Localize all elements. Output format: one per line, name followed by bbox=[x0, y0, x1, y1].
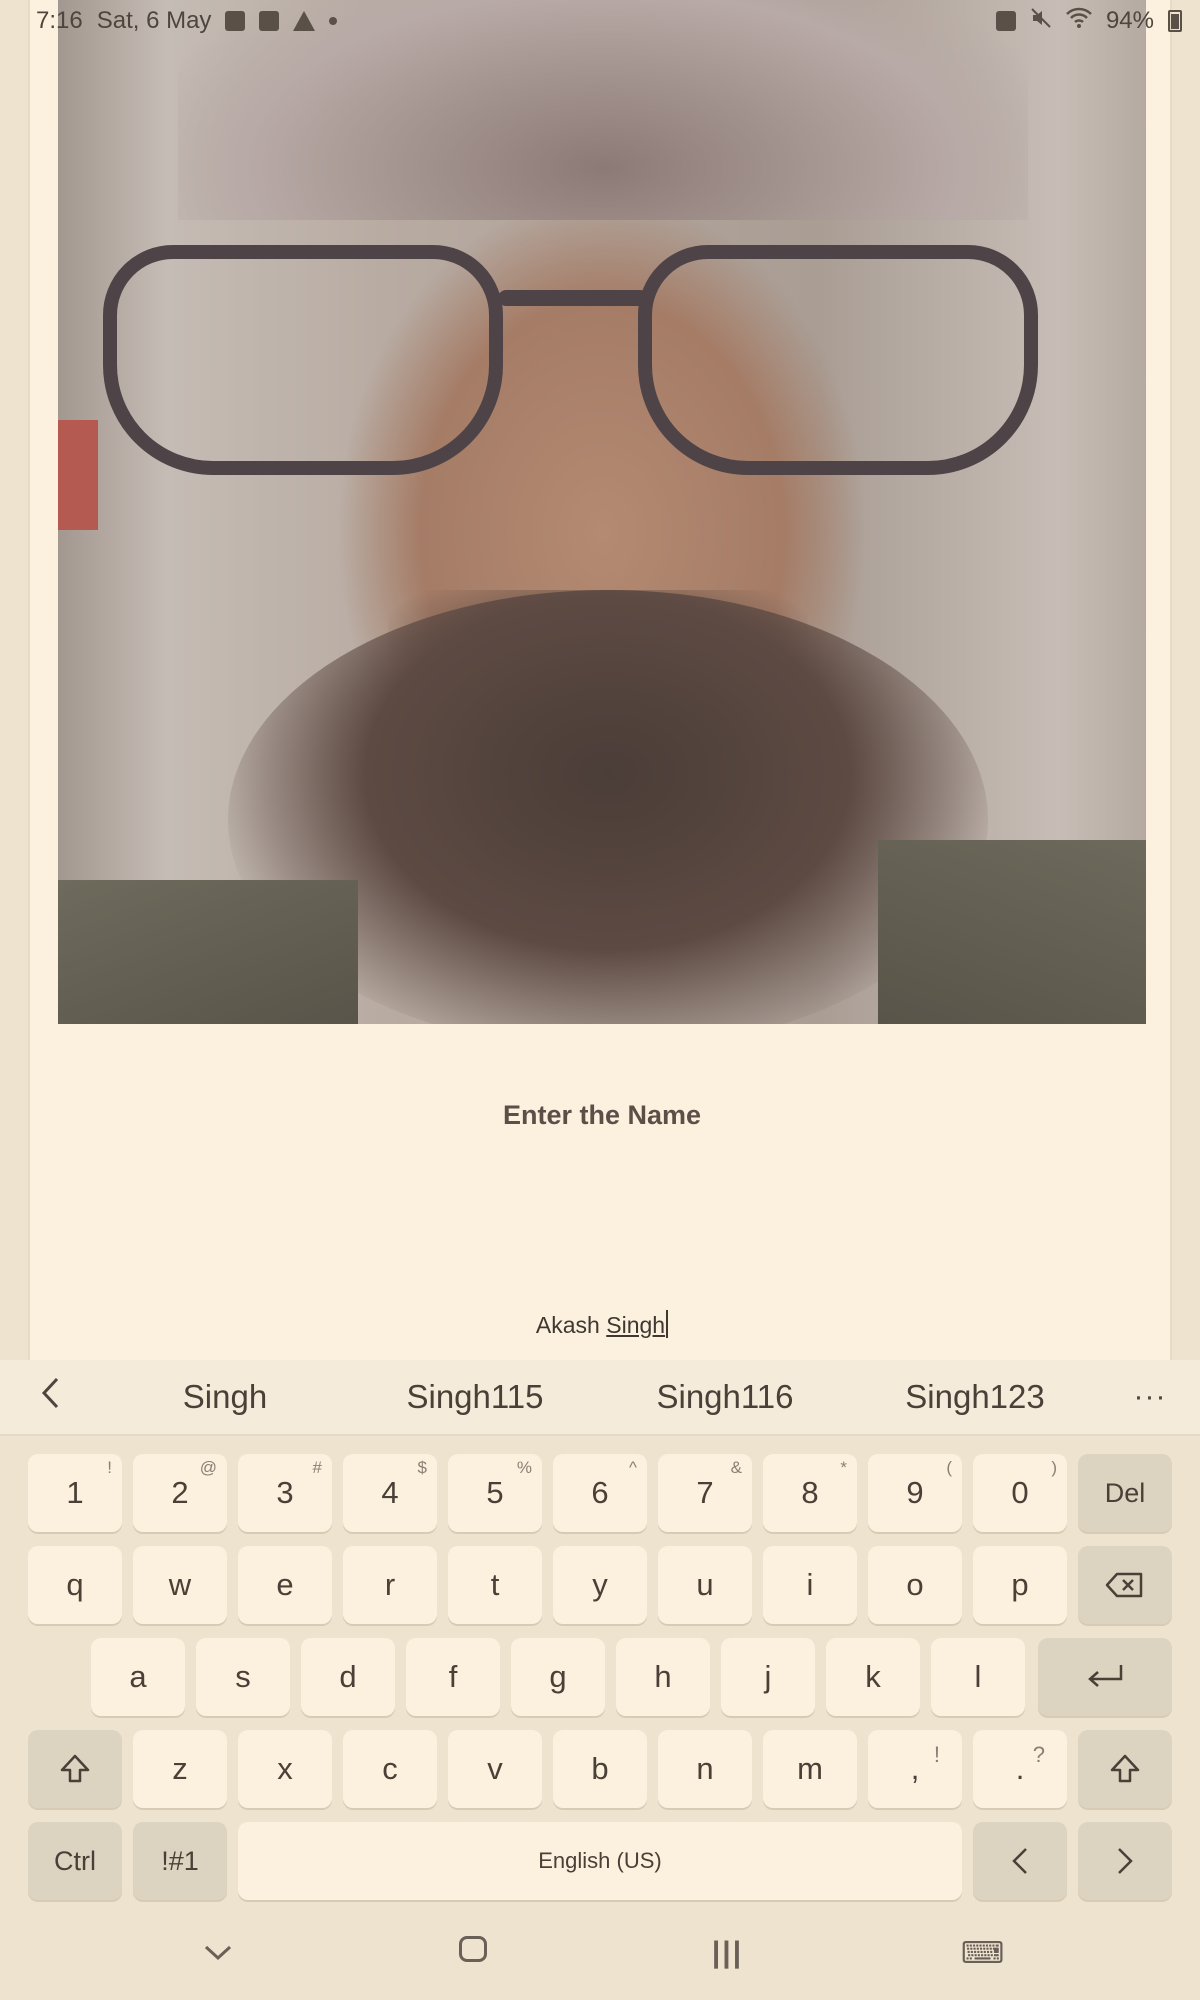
battery-icon bbox=[1168, 10, 1182, 32]
key-2[interactable]: 2 @ bbox=[133, 1454, 227, 1532]
wifi-icon bbox=[1066, 7, 1092, 36]
more-options-button[interactable]: ··· bbox=[1100, 1380, 1200, 1414]
warning-icon bbox=[293, 11, 316, 31]
key-7[interactable]: 7 & bbox=[658, 1454, 752, 1532]
nav-home-button[interactable] bbox=[433, 1936, 513, 1970]
suggestion-item[interactable]: Singh bbox=[100, 1378, 350, 1416]
key-0[interactable]: 0) bbox=[973, 1454, 1067, 1532]
key-4[interactable]: 4 $ bbox=[343, 1454, 437, 1532]
chevron-left-icon bbox=[41, 1377, 59, 1408]
nav-recents-button[interactable]: ||| bbox=[688, 1936, 768, 1970]
backspace-icon bbox=[1105, 1572, 1143, 1598]
status-time: 7:16 bbox=[36, 7, 83, 34]
enter-name-label: Enter the Name bbox=[502, 1100, 702, 1130]
more-notifications-dot-icon bbox=[329, 17, 338, 25]
chevron-down-icon bbox=[204, 1945, 231, 1961]
key-z[interactable]: z bbox=[133, 1730, 227, 1808]
key-h[interactable]: h bbox=[616, 1638, 710, 1716]
key-9[interactable]: 9( bbox=[868, 1454, 962, 1532]
key-c[interactable]: c bbox=[343, 1730, 437, 1808]
shift-icon bbox=[1110, 1754, 1140, 1783]
cursor-right-key[interactable] bbox=[1078, 1822, 1172, 1900]
key-s[interactable]: s bbox=[196, 1638, 290, 1716]
key-8[interactable]: 8 * bbox=[763, 1454, 857, 1532]
system-navigation-bar: ||| ⌨ bbox=[0, 1906, 1200, 2000]
key-b[interactable]: b bbox=[553, 1730, 647, 1808]
suggestion-strip: Singh Singh115 Singh116 Singh123 ··· bbox=[0, 1360, 1200, 1436]
key-n[interactable]: n bbox=[658, 1730, 752, 1808]
status-right: 94% bbox=[995, 7, 1182, 36]
name-input[interactable]: Akash Singh bbox=[30, 1310, 1174, 1339]
cursor-left-key[interactable] bbox=[973, 1822, 1067, 1900]
key-a[interactable]: a bbox=[91, 1638, 185, 1716]
status-bar: 7:16 Sat, 6 May 94% bbox=[0, 0, 1200, 42]
key-6[interactable]: 6 ^ bbox=[553, 1454, 647, 1532]
chevron-right-icon bbox=[1118, 1848, 1133, 1874]
nav-back-button[interactable] bbox=[178, 1936, 258, 1970]
keyboard-icon: ⌨ bbox=[960, 1936, 1005, 1970]
key-t[interactable]: t bbox=[448, 1546, 542, 1624]
key-3[interactable]: 3 # bbox=[238, 1454, 332, 1532]
status-left: 7:16 Sat, 6 May bbox=[36, 7, 338, 35]
home-icon bbox=[458, 1936, 487, 1962]
suggestion-back-button[interactable] bbox=[0, 1376, 100, 1419]
key-d[interactable]: d bbox=[301, 1638, 395, 1716]
suggestion-item[interactable]: Singh116 bbox=[600, 1378, 850, 1416]
battery-saver-icon bbox=[995, 11, 1016, 31]
shift-left-key[interactable] bbox=[28, 1730, 122, 1808]
enter-icon bbox=[1088, 1665, 1123, 1687]
key-period[interactable]: .? bbox=[973, 1730, 1067, 1808]
key-k[interactable]: k bbox=[826, 1638, 920, 1716]
keyboard-row-numbers: 1! 2 @ 3 # 4 $ 5% 6 ^ 7 & 8 * 9( 0) Del bbox=[0, 1454, 1200, 1532]
face-photo bbox=[58, 0, 1146, 1024]
shift-icon bbox=[60, 1754, 90, 1783]
suggestion-item[interactable]: Singh123 bbox=[850, 1378, 1100, 1416]
mute-icon bbox=[1030, 7, 1052, 36]
symbols-key[interactable]: !#1 bbox=[133, 1822, 227, 1900]
key-r[interactable]: r bbox=[343, 1546, 437, 1624]
space-key[interactable]: English (US) bbox=[238, 1822, 962, 1900]
enter-key[interactable] bbox=[1038, 1638, 1172, 1716]
key-e[interactable]: e bbox=[238, 1546, 332, 1624]
on-screen-keyboard: 1! 2 @ 3 # 4 $ 5% 6 ^ 7 & 8 * 9( 0) Del q w e … bbox=[0, 1436, 1200, 1906]
notification-app-icon bbox=[225, 11, 246, 31]
key-1[interactable]: 1! bbox=[28, 1454, 122, 1532]
keyboard-row-q: q w e r t y u i o p bbox=[0, 1546, 1200, 1624]
key-p[interactable]: p bbox=[973, 1546, 1067, 1624]
shift-right-key[interactable] bbox=[1078, 1730, 1172, 1808]
name-input-composing-word: Singh bbox=[606, 1312, 666, 1338]
status-date: Sat, 6 May bbox=[96, 7, 212, 34]
key-f[interactable]: f bbox=[406, 1638, 500, 1716]
recents-icon: ||| bbox=[711, 1936, 744, 1969]
app-screen: Enter the Name Akash Singh bbox=[28, 0, 1172, 1360]
key-j[interactable]: j bbox=[721, 1638, 815, 1716]
ctrl-key[interactable]: Ctrl bbox=[28, 1822, 122, 1900]
key-m[interactable]: m bbox=[763, 1730, 857, 1808]
key-i[interactable]: i bbox=[763, 1546, 857, 1624]
backspace-key[interactable] bbox=[1078, 1546, 1172, 1624]
name-input-text: Akash bbox=[535, 1312, 607, 1338]
key-u[interactable]: u bbox=[658, 1546, 752, 1624]
key-comma[interactable]: ,! bbox=[868, 1730, 962, 1808]
key-y[interactable]: y bbox=[553, 1546, 647, 1624]
chevron-left-icon bbox=[1012, 1848, 1027, 1874]
suggestion-item[interactable]: Singh115 bbox=[350, 1378, 600, 1416]
keyboard-row-z: z x c v b n m ,! .? bbox=[0, 1730, 1200, 1808]
key-g[interactable]: g bbox=[511, 1638, 605, 1716]
del-key[interactable]: Del bbox=[1078, 1454, 1172, 1532]
key-l[interactable]: l bbox=[931, 1638, 1025, 1716]
battery-percentage: 94% bbox=[1105, 7, 1154, 34]
key-o[interactable]: o bbox=[868, 1546, 962, 1624]
key-x[interactable]: x bbox=[238, 1730, 332, 1808]
notification-mail-icon bbox=[259, 11, 280, 31]
text-cursor bbox=[666, 1310, 669, 1338]
keyboard-row-a: a s d f g h j k l bbox=[0, 1638, 1200, 1716]
keyboard-row-bottom: Ctrl !#1 English (US) bbox=[0, 1822, 1200, 1900]
key-v[interactable]: v bbox=[448, 1730, 542, 1808]
nav-keyboard-button[interactable]: ⌨ bbox=[943, 1936, 1023, 1971]
key-5[interactable]: 5% bbox=[448, 1454, 542, 1532]
key-q[interactable]: q bbox=[28, 1546, 122, 1624]
key-w[interactable]: w bbox=[133, 1546, 227, 1624]
